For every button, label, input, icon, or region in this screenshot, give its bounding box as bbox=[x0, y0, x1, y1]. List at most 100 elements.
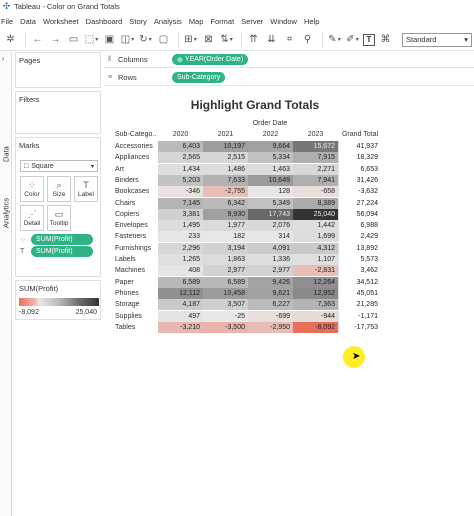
tableau-home-icon[interactable]: ✲ bbox=[3, 32, 18, 47]
heatmap-cell[interactable]: 1,107 bbox=[293, 254, 338, 265]
filters-pane[interactable]: Filters bbox=[15, 91, 101, 134]
sort-ascending-icon[interactable]: ⇈ bbox=[246, 32, 261, 47]
heatmap-cell[interactable]: -346 bbox=[158, 186, 203, 198]
heatmap-cell[interactable]: -3,500 bbox=[203, 321, 248, 333]
grand-total-cell[interactable]: -3,632 bbox=[338, 186, 382, 198]
row-label[interactable]: Supplies bbox=[115, 311, 160, 322]
heatmap-cell[interactable]: 128 bbox=[248, 186, 293, 198]
show-labels-icon[interactable]: T bbox=[363, 33, 375, 46]
menu-help[interactable]: Help bbox=[303, 17, 325, 26]
heatmap-cell[interactable]: 1,434 bbox=[158, 163, 203, 175]
redo-icon[interactable]: → bbox=[48, 32, 63, 47]
grand-total-cell[interactable]: 27,224 bbox=[338, 197, 382, 209]
heatmap-cell[interactable]: -8,092 bbox=[293, 321, 338, 333]
new-worksheet-icon[interactable]: ▣ bbox=[102, 32, 117, 47]
heatmap-cell[interactable]: 2,271 bbox=[293, 163, 338, 175]
save-icon[interactable]: ▭ bbox=[66, 32, 81, 47]
year-header[interactable]: 2023 bbox=[293, 131, 338, 138]
heatmap-cell[interactable]: -2,831 bbox=[293, 265, 338, 277]
collapse-arrow-icon[interactable]: › bbox=[2, 56, 4, 63]
heatmap-cell[interactable]: 17,743 bbox=[248, 208, 293, 220]
grand-total-cell[interactable]: 56,094 bbox=[338, 208, 382, 220]
heatmap-cell[interactable]: -699 bbox=[248, 310, 293, 322]
pause-icon[interactable]: ▢ bbox=[156, 32, 171, 47]
heatmap-cell[interactable]: 408 bbox=[158, 265, 203, 277]
tab-data[interactable]: Data bbox=[0, 138, 12, 162]
heatmap-cell[interactable]: 4,187 bbox=[158, 299, 203, 311]
menu-story[interactable]: Story bbox=[128, 17, 153, 26]
heatmap-cell[interactable]: 3,507 bbox=[203, 299, 248, 311]
menu-format[interactable]: Format bbox=[209, 17, 240, 26]
grand-total-cell[interactable]: 41,937 bbox=[338, 141, 382, 152]
row-label[interactable]: Art bbox=[115, 164, 160, 175]
annotate-icon[interactable]: ✐ bbox=[345, 32, 360, 47]
sort-icon[interactable]: ⇅ bbox=[219, 32, 234, 47]
heatmap-cell[interactable]: 1,442 bbox=[293, 220, 338, 232]
year-order-date-pill[interactable]: ⊕ YEAR(Order Date) bbox=[172, 54, 249, 65]
sum-profit-color-pill[interactable]: SUM(Profit) bbox=[31, 234, 93, 245]
heatmap-cell[interactable]: 1,863 bbox=[203, 254, 248, 265]
menu-dashboard[interactable]: Dashboard bbox=[85, 17, 129, 26]
new-data-source-icon[interactable]: ⬚ bbox=[84, 32, 99, 47]
heatmap-cell[interactable]: 1,486 bbox=[203, 163, 248, 175]
menu-file[interactable]: File bbox=[0, 17, 19, 26]
row-label[interactable]: Tables bbox=[115, 322, 160, 333]
highlight-icon[interactable]: ✎ bbox=[327, 32, 342, 47]
heatmap-cell[interactable]: 4,312 bbox=[293, 242, 338, 254]
label-card[interactable]: T Label bbox=[74, 176, 98, 202]
grand-total-cell[interactable]: 34,512 bbox=[338, 276, 382, 288]
legend-color-ramp[interactable] bbox=[19, 298, 99, 306]
heatmap-cell[interactable]: -25 bbox=[203, 310, 248, 322]
size-card[interactable]: ⌕ Size bbox=[47, 176, 71, 202]
grand-total-cell[interactable]: 45,051 bbox=[338, 287, 382, 299]
heatmap-cell[interactable]: 9,426 bbox=[248, 276, 293, 288]
heatmap-cell[interactable]: 1,495 bbox=[158, 220, 203, 232]
row-label[interactable]: Phones bbox=[115, 288, 160, 299]
heatmap-cell[interactable]: 2,565 bbox=[158, 152, 203, 164]
heatmap-cell[interactable]: 6,589 bbox=[158, 276, 203, 288]
row-label[interactable]: Fasteners bbox=[115, 231, 160, 242]
grand-total-cell[interactable]: 3,462 bbox=[338, 265, 382, 277]
heatmap-cell[interactable]: 2,977 bbox=[248, 265, 293, 277]
heatmap-cell[interactable]: 5,349 bbox=[248, 197, 293, 209]
row-label[interactable]: Machines bbox=[115, 265, 160, 276]
row-label[interactable]: Paper bbox=[115, 277, 160, 288]
grand-total-cell[interactable]: -17,753 bbox=[338, 321, 382, 333]
heatmap-cell[interactable]: 6,589 bbox=[203, 276, 248, 288]
color-card[interactable]: ⁘ Color bbox=[20, 176, 44, 202]
grand-total-cell[interactable]: 6,653 bbox=[338, 163, 382, 175]
heatmap-cell[interactable]: 10,649 bbox=[248, 174, 293, 186]
tab-analytics[interactable]: Analytics bbox=[0, 190, 12, 228]
grand-total-cell[interactable]: 18,329 bbox=[338, 152, 382, 164]
heatmap-cell[interactable]: 2,076 bbox=[248, 220, 293, 232]
heatmap-cell[interactable]: 314 bbox=[248, 231, 293, 243]
heatmap-cell[interactable]: 2,296 bbox=[158, 242, 203, 254]
heatmap-cell[interactable]: 12,952 bbox=[293, 287, 338, 299]
heatmap-cell[interactable]: 497 bbox=[158, 310, 203, 322]
heatmap-cell[interactable]: 7,145 bbox=[158, 197, 203, 209]
grand-total-cell[interactable]: 31,426 bbox=[338, 174, 382, 186]
grand-total-cell[interactable]: 21,285 bbox=[338, 299, 382, 311]
sort-descending-icon[interactable]: ⇊ bbox=[264, 32, 279, 47]
grand-total-cell[interactable]: 2,429 bbox=[338, 231, 382, 243]
menu-server[interactable]: Server bbox=[240, 17, 269, 26]
row-label[interactable]: Appliances bbox=[115, 152, 160, 163]
heatmap-cell[interactable]: 7,633 bbox=[203, 174, 248, 186]
clear-sheet-icon[interactable]: ⊠ bbox=[201, 32, 216, 47]
undo-icon[interactable]: ← bbox=[30, 32, 45, 47]
grand-total-cell[interactable]: 6,988 bbox=[338, 220, 382, 232]
fix-axes-icon[interactable]: ⌘ bbox=[378, 32, 393, 47]
heatmap-cell[interactable]: 5,203 bbox=[158, 174, 203, 186]
heatmap-cell[interactable]: 15,672 bbox=[293, 141, 338, 152]
heatmap-cell[interactable]: 7,915 bbox=[293, 152, 338, 164]
row-label[interactable]: Accessories bbox=[115, 141, 160, 152]
heatmap-cell[interactable]: 6,227 bbox=[248, 299, 293, 311]
row-label[interactable]: Binders bbox=[115, 175, 160, 186]
row-label[interactable]: Envelopes bbox=[115, 220, 160, 231]
heatmap-cell[interactable]: 9,621 bbox=[248, 287, 293, 299]
heatmap-cell[interactable]: -3,210 bbox=[158, 321, 203, 333]
menu-worksheet[interactable]: Worksheet bbox=[42, 17, 85, 26]
row-label[interactable]: Labels bbox=[115, 254, 160, 265]
sub-category-pill[interactable]: Sub-Category bbox=[172, 72, 226, 83]
heatmap-cell[interactable]: 12,112 bbox=[158, 287, 203, 299]
